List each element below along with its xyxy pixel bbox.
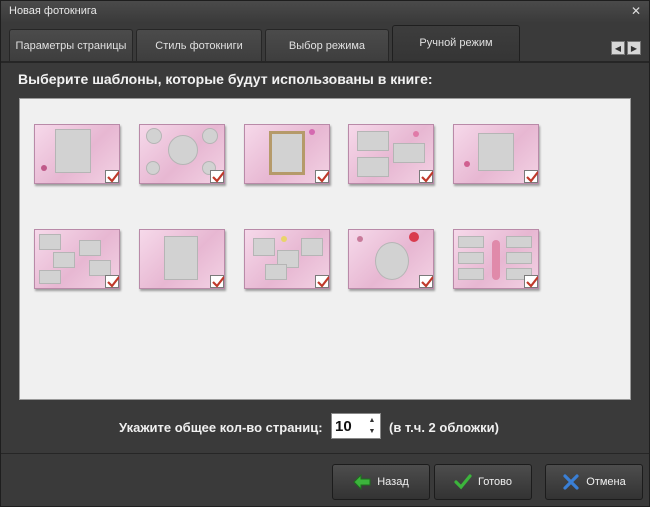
tab-page-settings[interactable]: Параметры страницы bbox=[9, 29, 133, 61]
arrow-left-icon bbox=[353, 474, 371, 490]
back-button[interactable]: Назад bbox=[332, 464, 430, 500]
footer-divider bbox=[1, 453, 649, 454]
cancel-button[interactable]: Отмена bbox=[545, 464, 643, 500]
tab-divider bbox=[1, 61, 649, 63]
template-checkbox[interactable] bbox=[315, 170, 329, 183]
page-count-label: Укажите общее кол-во страниц: bbox=[119, 420, 323, 435]
title-bar: Новая фотокнига ✕ bbox=[1, 1, 649, 24]
page-count-value[interactable]: 10 bbox=[335, 418, 352, 435]
cancel-label: Отмена bbox=[586, 476, 626, 488]
template-thumb-2[interactable] bbox=[139, 124, 225, 184]
page-count-stepper[interactable]: 10 ▲ ▼ bbox=[331, 413, 381, 439]
tab-manual-mode[interactable]: Ручной режим bbox=[392, 25, 520, 61]
photobook-dialog: Новая фотокнига ✕ Параметры страницы Сти… bbox=[0, 0, 650, 507]
stepper-up-icon[interactable]: ▲ bbox=[366, 415, 378, 426]
template-checkbox[interactable] bbox=[105, 170, 119, 183]
scroll-right-icon[interactable]: ▶ bbox=[627, 41, 641, 55]
scroll-left-icon[interactable]: ◀ bbox=[611, 41, 625, 55]
template-thumb-4[interactable] bbox=[348, 124, 434, 184]
template-thumb-10[interactable] bbox=[453, 229, 539, 289]
template-thumb-6[interactable] bbox=[34, 229, 120, 289]
tab-mode-select[interactable]: Выбор режима bbox=[265, 29, 389, 61]
template-thumb-9[interactable] bbox=[348, 229, 434, 289]
stepper-down-icon[interactable]: ▼ bbox=[366, 426, 378, 437]
templates-prompt: Выберите шаблоны, которые будут использо… bbox=[18, 71, 433, 87]
done-button[interactable]: Готово bbox=[434, 464, 532, 500]
template-thumb-1[interactable] bbox=[34, 124, 120, 184]
template-checkbox[interactable] bbox=[105, 275, 119, 288]
back-label: Назад bbox=[377, 476, 409, 488]
templates-panel bbox=[19, 98, 631, 400]
tab-book-style[interactable]: Стиль фотокниги bbox=[136, 29, 262, 61]
template-checkbox[interactable] bbox=[419, 275, 433, 288]
template-checkbox[interactable] bbox=[524, 275, 538, 288]
template-thumb-8[interactable] bbox=[244, 229, 330, 289]
window-title: Новая фотокнига bbox=[9, 5, 97, 17]
template-thumb-7[interactable] bbox=[139, 229, 225, 289]
template-thumb-3[interactable] bbox=[244, 124, 330, 184]
x-icon bbox=[562, 474, 580, 490]
template-checkbox[interactable] bbox=[210, 170, 224, 183]
template-thumb-5[interactable] bbox=[453, 124, 539, 184]
close-icon[interactable]: ✕ bbox=[629, 3, 643, 19]
covers-note: (в т.ч. 2 обложки) bbox=[389, 420, 499, 435]
template-checkbox[interactable] bbox=[524, 170, 538, 183]
template-checkbox[interactable] bbox=[419, 170, 433, 183]
checkmark-icon bbox=[454, 474, 472, 490]
template-checkbox[interactable] bbox=[210, 275, 224, 288]
template-checkbox[interactable] bbox=[315, 275, 329, 288]
tab-scroll: ◀ ▶ bbox=[611, 41, 641, 55]
done-label: Готово bbox=[478, 476, 512, 488]
